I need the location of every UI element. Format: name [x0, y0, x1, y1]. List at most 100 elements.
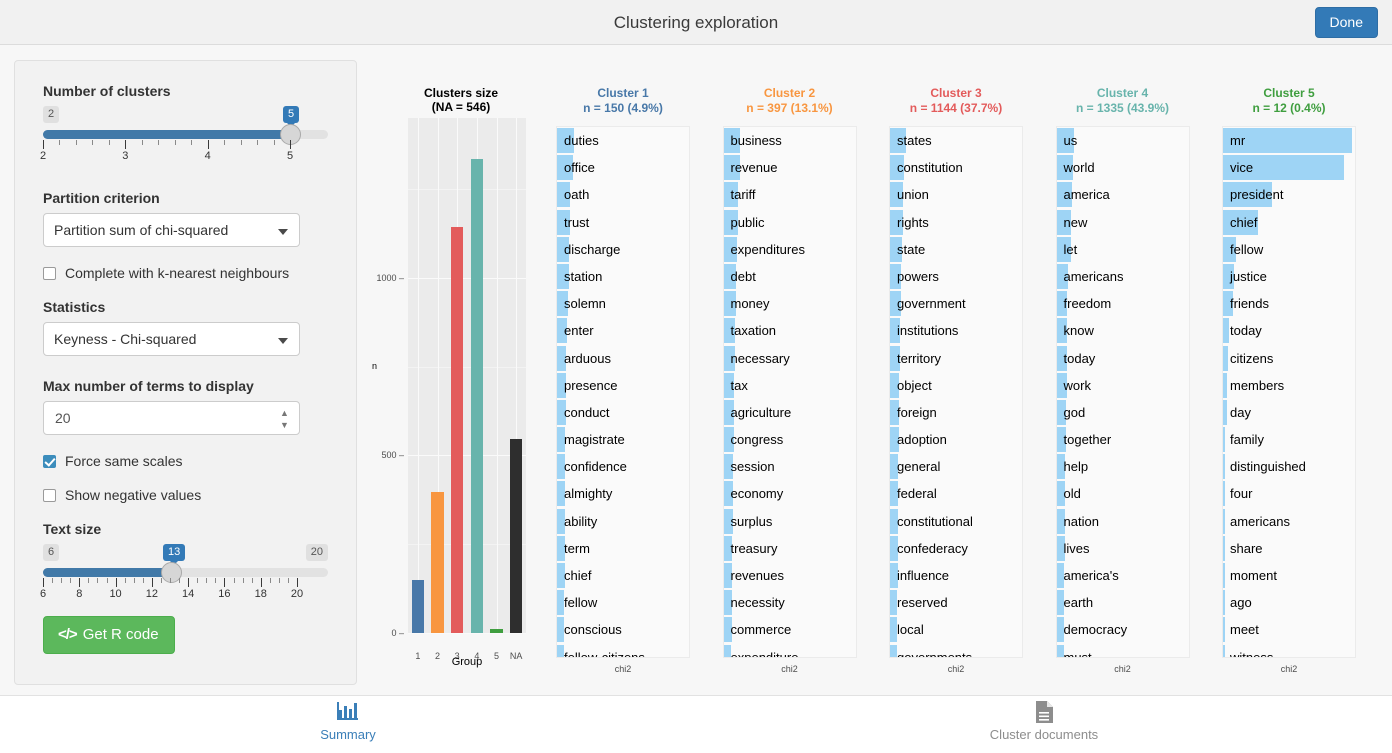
list-item[interactable]: us: [1057, 127, 1189, 154]
nav-item-summary[interactable]: Summary: [263, 700, 433, 744]
list-item[interactable]: economy: [724, 480, 856, 507]
cluster-term-list[interactable]: dutiesofficeoathtrustdischargestationsol…: [556, 126, 690, 658]
show-negative-values-checkbox[interactable]: [43, 489, 56, 502]
get-r-code-button[interactable]: </>Get R code: [43, 616, 175, 654]
list-item[interactable]: freedom: [1057, 290, 1189, 317]
list-item[interactable]: expenditure: [724, 644, 856, 658]
list-item[interactable]: today: [1057, 345, 1189, 372]
list-item[interactable]: public: [724, 209, 856, 236]
list-item[interactable]: government: [890, 290, 1022, 317]
list-item[interactable]: ago: [1223, 589, 1355, 616]
done-button[interactable]: Done: [1315, 7, 1378, 38]
list-item[interactable]: fellow: [1223, 236, 1355, 263]
list-item[interactable]: congress: [724, 426, 856, 453]
list-item[interactable]: duties: [557, 127, 689, 154]
list-item[interactable]: justice: [1223, 263, 1355, 290]
list-item[interactable]: state: [890, 236, 1022, 263]
list-item[interactable]: chief: [557, 562, 689, 589]
list-item[interactable]: influence: [890, 562, 1022, 589]
list-item[interactable]: magistrate: [557, 426, 689, 453]
list-item[interactable]: mr: [1223, 127, 1355, 154]
list-item[interactable]: old: [1057, 480, 1189, 507]
list-item[interactable]: enter: [557, 317, 689, 344]
list-item[interactable]: members: [1223, 372, 1355, 399]
list-item[interactable]: foreign: [890, 399, 1022, 426]
partition-criterion-select[interactable]: Partition sum of chi-squared: [43, 213, 300, 247]
list-item[interactable]: rights: [890, 209, 1022, 236]
list-item[interactable]: federal: [890, 480, 1022, 507]
list-item[interactable]: revenues: [724, 562, 856, 589]
list-item[interactable]: expenditures: [724, 236, 856, 263]
list-item[interactable]: family: [1223, 426, 1355, 453]
list-item[interactable]: object: [890, 372, 1022, 399]
cluster-term-list[interactable]: businessrevenuetariffpublicexpendituresd…: [723, 126, 857, 658]
list-item[interactable]: america's: [1057, 562, 1189, 589]
list-item[interactable]: necessity: [724, 589, 856, 616]
list-item[interactable]: institutions: [890, 317, 1022, 344]
list-item[interactable]: chief: [1223, 209, 1355, 236]
list-item[interactable]: fellow: [557, 589, 689, 616]
list-item[interactable]: four: [1223, 480, 1355, 507]
list-item[interactable]: america: [1057, 181, 1189, 208]
list-item[interactable]: friends: [1223, 290, 1355, 317]
list-item[interactable]: governments: [890, 644, 1022, 658]
list-item[interactable]: oath: [557, 181, 689, 208]
list-item[interactable]: god: [1057, 399, 1189, 426]
list-item[interactable]: know: [1057, 317, 1189, 344]
list-item[interactable]: witness: [1223, 644, 1355, 658]
list-item[interactable]: earth: [1057, 589, 1189, 616]
list-item[interactable]: constitutional: [890, 508, 1022, 535]
list-item[interactable]: presence: [557, 372, 689, 399]
cluster-term-list[interactable]: usworldamericanewletamericansfreedomknow…: [1056, 126, 1190, 658]
list-item[interactable]: powers: [890, 263, 1022, 290]
text-size-slider[interactable]: 6 20 13 68101214161820: [43, 544, 328, 608]
list-item[interactable]: ability: [557, 508, 689, 535]
list-item[interactable]: office: [557, 154, 689, 181]
list-item[interactable]: today: [1223, 317, 1355, 344]
stepper-down-icon[interactable]: ▼: [280, 421, 289, 429]
list-item[interactable]: democracy: [1057, 616, 1189, 643]
list-item[interactable]: tariff: [724, 181, 856, 208]
list-item[interactable]: conscious: [557, 616, 689, 643]
list-item[interactable]: station: [557, 263, 689, 290]
list-item[interactable]: term: [557, 535, 689, 562]
cluster-term-list[interactable]: mrvicepresidentchieffellowjusticefriends…: [1222, 126, 1356, 658]
list-item[interactable]: moment: [1223, 562, 1355, 589]
list-item[interactable]: union: [890, 181, 1022, 208]
list-item[interactable]: must: [1057, 644, 1189, 658]
max-terms-input[interactable]: 20 ▲▼: [43, 401, 300, 435]
list-item[interactable]: discharge: [557, 236, 689, 263]
knn-checkbox[interactable]: [43, 267, 56, 280]
show-negative-values-row[interactable]: Show negative values: [43, 487, 328, 503]
list-item[interactable]: confederacy: [890, 535, 1022, 562]
list-item[interactable]: let: [1057, 236, 1189, 263]
list-item[interactable]: states: [890, 127, 1022, 154]
stepper-up-icon[interactable]: ▲: [280, 409, 289, 417]
list-item[interactable]: new: [1057, 209, 1189, 236]
list-item[interactable]: conduct: [557, 399, 689, 426]
quantity-stepper[interactable]: ▲▼: [279, 409, 290, 429]
list-item[interactable]: revenue: [724, 154, 856, 181]
list-item[interactable]: reserved: [890, 589, 1022, 616]
list-item[interactable]: americans: [1057, 263, 1189, 290]
list-item[interactable]: constitution: [890, 154, 1022, 181]
list-item[interactable]: surplus: [724, 508, 856, 535]
list-item[interactable]: help: [1057, 453, 1189, 480]
list-item[interactable]: arduous: [557, 345, 689, 372]
list-item[interactable]: money: [724, 290, 856, 317]
list-item[interactable]: adoption: [890, 426, 1022, 453]
list-item[interactable]: trust: [557, 209, 689, 236]
list-item[interactable]: commerce: [724, 616, 856, 643]
list-item[interactable]: president: [1223, 181, 1355, 208]
list-item[interactable]: day: [1223, 399, 1355, 426]
list-item[interactable]: world: [1057, 154, 1189, 181]
list-item[interactable]: distinguished: [1223, 453, 1355, 480]
cluster-term-list[interactable]: statesconstitutionunionrightsstatepowers…: [889, 126, 1023, 658]
list-item[interactable]: work: [1057, 372, 1189, 399]
list-item[interactable]: citizens: [1223, 345, 1355, 372]
statistics-select[interactable]: Keyness - Chi-squared: [43, 322, 300, 356]
list-item[interactable]: agriculture: [724, 399, 856, 426]
list-item[interactable]: tax: [724, 372, 856, 399]
knn-checkbox-row[interactable]: Complete with k-nearest neighbours: [43, 265, 328, 281]
list-item[interactable]: debt: [724, 263, 856, 290]
